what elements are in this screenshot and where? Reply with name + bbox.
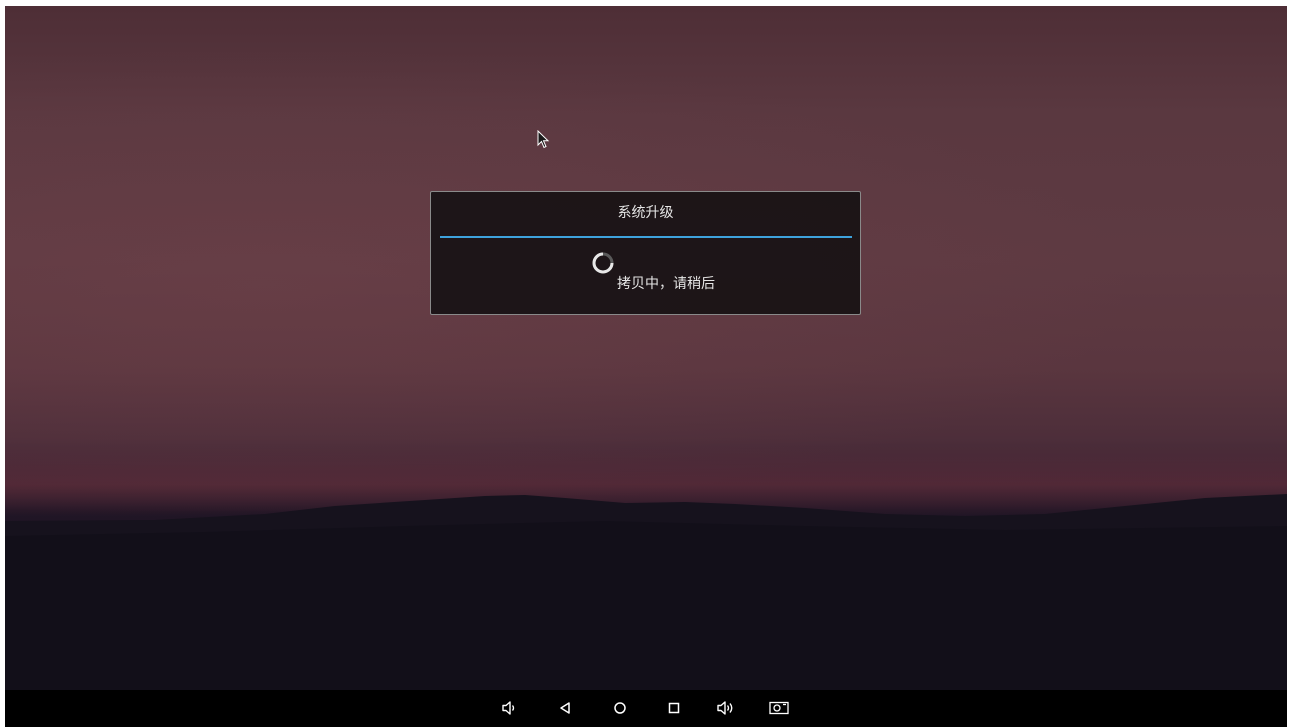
- volume-down-icon: [502, 701, 515, 715]
- volume-up-button[interactable]: [716, 698, 736, 718]
- dialog-title: 系统升级: [617, 205, 674, 221]
- home-icon: [614, 702, 626, 714]
- system-upgrade-dialog: 系统升级 拷贝中，请稍后: [430, 191, 861, 315]
- volume-up-icon: [717, 701, 733, 715]
- loading-spinner-icon: [592, 252, 614, 274]
- back-button[interactable]: [555, 698, 575, 718]
- screenshot-icon: [769, 701, 789, 715]
- volume-down-button[interactable]: [500, 698, 520, 718]
- desktop-wallpaper: 系统升级 拷贝中，请稍后: [5, 6, 1287, 727]
- navigation-bar: [5, 690, 1287, 727]
- screenshot-button[interactable]: [768, 698, 790, 718]
- recents-icon: [668, 702, 680, 714]
- dialog-message: 拷贝中，请稍后: [617, 276, 715, 292]
- back-icon: [560, 702, 570, 714]
- mountain-silhouette: [5, 494, 1287, 690]
- dialog-divider: [440, 236, 852, 238]
- mouse-cursor-icon: [537, 130, 550, 149]
- recents-button[interactable]: [664, 698, 684, 718]
- home-button[interactable]: [610, 698, 630, 718]
